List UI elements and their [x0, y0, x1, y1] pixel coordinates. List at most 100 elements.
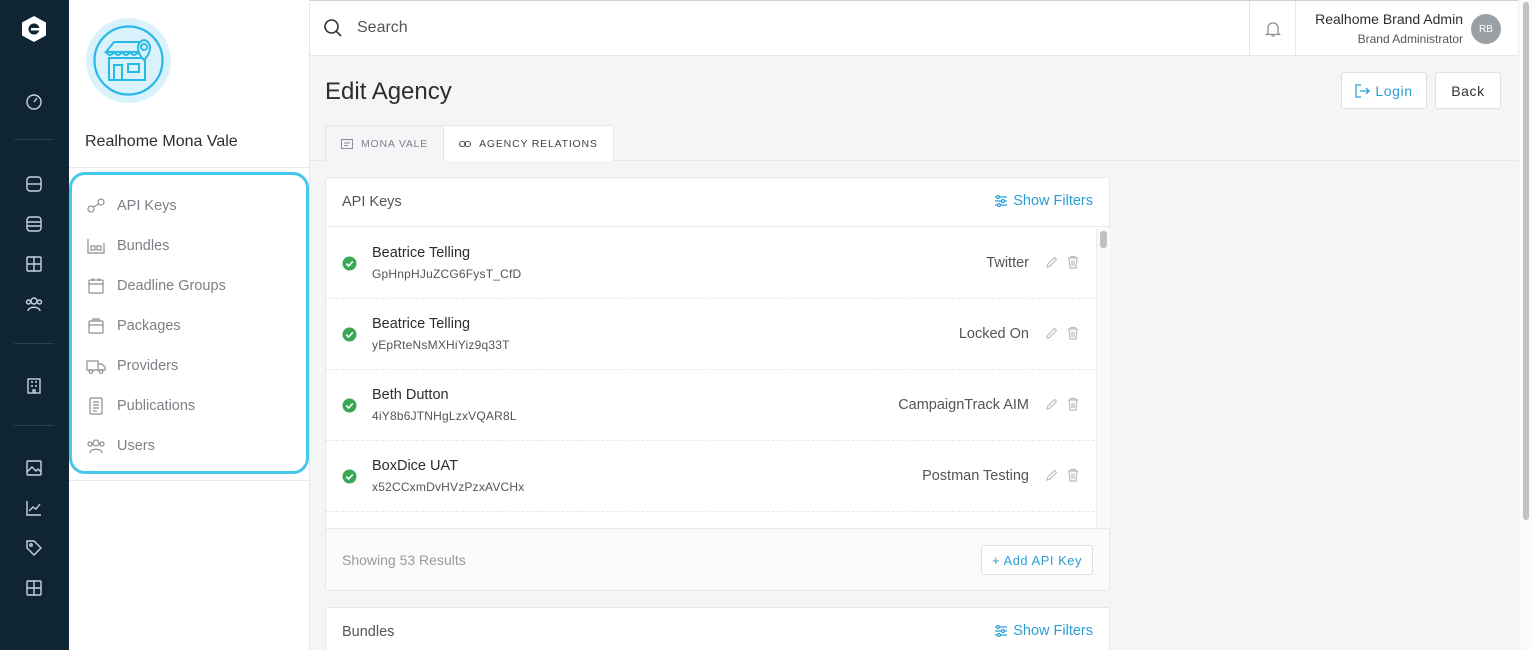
menu-item-publications[interactable]: Publications	[86, 394, 195, 418]
user-role: Brand Administrator	[1357, 32, 1463, 46]
sliders-icon	[995, 624, 1008, 638]
tab-label: MONA VALE	[361, 137, 429, 150]
api-key-provider: CampaignTrack AIM	[898, 397, 1029, 413]
card-title: API Keys	[342, 194, 402, 210]
pencil-icon[interactable]	[1045, 326, 1059, 340]
trash-icon[interactable]	[1066, 468, 1080, 482]
page-scrollbar-thumb[interactable]	[1523, 2, 1529, 520]
list-scrollbar-thumb[interactable]	[1100, 231, 1107, 248]
top-bar: Realhome Brand Admin Brand Administrator…	[310, 0, 1518, 56]
agency-menu: API Keys Bundles Deadline Groups Package…	[69, 172, 309, 474]
building-icon[interactable]	[24, 376, 44, 396]
panel-divider	[69, 480, 309, 481]
image-icon[interactable]	[24, 458, 44, 478]
api-key-value: GpHnpHJuZCG6FysT_CfD	[372, 267, 522, 281]
trash-icon[interactable]	[1066, 255, 1080, 269]
check-circle-icon	[342, 398, 357, 413]
api-key-name: Beatrice Telling	[372, 245, 471, 261]
menu-item-users[interactable]: Users	[86, 434, 155, 458]
card-title: Bundles	[342, 624, 395, 640]
bundles-icon	[87, 239, 105, 254]
rail-divider	[14, 139, 54, 140]
id-card-icon	[341, 138, 353, 149]
agency-panel: Realhome Mona Vale API Keys Bundles Dead…	[69, 0, 310, 650]
database-icon[interactable]	[24, 174, 44, 194]
api-keys-card: API Keys Show Filters Beatrice Telling G…	[325, 177, 1110, 591]
pencil-icon[interactable]	[1045, 468, 1059, 482]
list-item[interactable]: Beth Dutton 4iY8b6JTNHgLzxVQAR8L Campaig…	[326, 370, 1095, 441]
tab-bar: MONA VALE AGENCY RELATIONS	[325, 125, 614, 161]
list-item[interactable]: BoxDice UAT x52CCxmDvHVzPzxAVCHx Postman…	[326, 441, 1095, 512]
menu-item-label: Packages	[117, 318, 181, 334]
menu-item-label: API Keys	[117, 198, 177, 214]
storefront-icon	[93, 25, 164, 96]
trash-icon[interactable]	[1066, 326, 1080, 340]
search-icon	[324, 19, 342, 37]
api-key-value: x52CCxmDvHVzPzxAVCHx	[372, 480, 525, 494]
menu-item-packages[interactable]: Packages	[86, 314, 181, 338]
tab-agency-relations[interactable]: AGENCY RELATIONS	[444, 125, 614, 161]
back-button[interactable]: Back	[1435, 72, 1501, 109]
show-filters-button[interactable]: Show Filters	[994, 193, 1093, 209]
add-api-key-button[interactable]: + Add API Key	[981, 545, 1093, 575]
menu-item-label: Deadline Groups	[117, 278, 226, 294]
app-logo-icon[interactable]	[19, 14, 49, 44]
list-scrollbar[interactable]	[1096, 228, 1110, 528]
menu-item-label: Publications	[117, 398, 196, 414]
api-key-provider: Locked On	[958, 326, 1029, 342]
card-footer: Showing 53 Results + Add API Key	[326, 528, 1109, 590]
login-button[interactable]: Login	[1341, 72, 1427, 109]
trash-icon[interactable]	[1066, 397, 1080, 411]
show-filters-label: Show Filters	[1013, 193, 1093, 209]
api-key-name: Beth Dutton	[372, 387, 449, 403]
users-icon[interactable]	[24, 294, 44, 314]
login-icon	[1355, 83, 1371, 98]
menu-item-api-keys[interactable]: API Keys	[86, 194, 177, 218]
tag-icon[interactable]	[24, 538, 44, 558]
results-count: Showing 53 Results	[342, 552, 466, 568]
menu-item-deadline-groups[interactable]: Deadline Groups	[86, 274, 226, 298]
check-circle-icon	[342, 327, 357, 342]
tab-mona-vale[interactable]: MONA VALE	[325, 125, 445, 161]
users-icon	[87, 439, 105, 454]
chart-icon[interactable]	[24, 498, 44, 518]
truck-icon	[86, 360, 106, 374]
bundles-card: Bundles Show Filters	[325, 607, 1110, 650]
document-icon	[89, 397, 103, 415]
calendar-icon	[88, 278, 104, 294]
check-circle-icon	[342, 469, 357, 484]
server-icon[interactable]	[24, 214, 44, 234]
page-scrollbar[interactable]	[1518, 0, 1532, 650]
rail-divider	[14, 343, 54, 344]
api-key-value: yEpRteNsMXHiYiz9q33T	[372, 338, 510, 352]
agency-name: Realhome Mona Vale	[85, 133, 238, 150]
api-keys-list: Beatrice Telling GpHnpHJuZCG6FysT_CfD Tw…	[326, 228, 1095, 528]
tab-label: AGENCY RELATIONS	[479, 137, 598, 150]
rail-divider	[14, 425, 54, 426]
card-header: API Keys Show Filters	[326, 178, 1109, 227]
pencil-icon[interactable]	[1045, 255, 1059, 269]
api-keys-icon	[87, 198, 105, 213]
menu-item-label: Users	[117, 438, 155, 454]
menu-item-providers[interactable]: Providers	[86, 354, 178, 378]
show-filters-button[interactable]: Show Filters	[994, 623, 1093, 639]
package-icon	[88, 318, 104, 334]
table-icon[interactable]	[24, 578, 44, 598]
list-item[interactable]: Beatrice Telling yEpRteNsMXHiYiz9q33T Lo…	[326, 299, 1095, 370]
page-title: Edit Agency	[325, 78, 452, 105]
search-input[interactable]	[357, 15, 1157, 41]
agency-avatar	[86, 18, 171, 103]
api-key-value: 4iY8b6JTNHgLzxVQAR8L	[372, 409, 517, 423]
user-avatar[interactable]: RB	[1471, 14, 1501, 44]
api-key-provider: Twitter	[986, 255, 1029, 271]
pencil-icon[interactable]	[1045, 397, 1059, 411]
grid-icon[interactable]	[24, 254, 44, 274]
panel-divider	[69, 167, 309, 168]
app-rail	[0, 0, 69, 650]
sliders-icon	[995, 194, 1008, 208]
login-label: Login	[1375, 82, 1413, 99]
notifications-button[interactable]	[1249, 1, 1296, 56]
gauge-icon[interactable]	[24, 92, 44, 112]
menu-item-bundles[interactable]: Bundles	[86, 234, 169, 258]
list-item[interactable]: Beatrice Telling GpHnpHJuZCG6FysT_CfD Tw…	[326, 228, 1095, 299]
